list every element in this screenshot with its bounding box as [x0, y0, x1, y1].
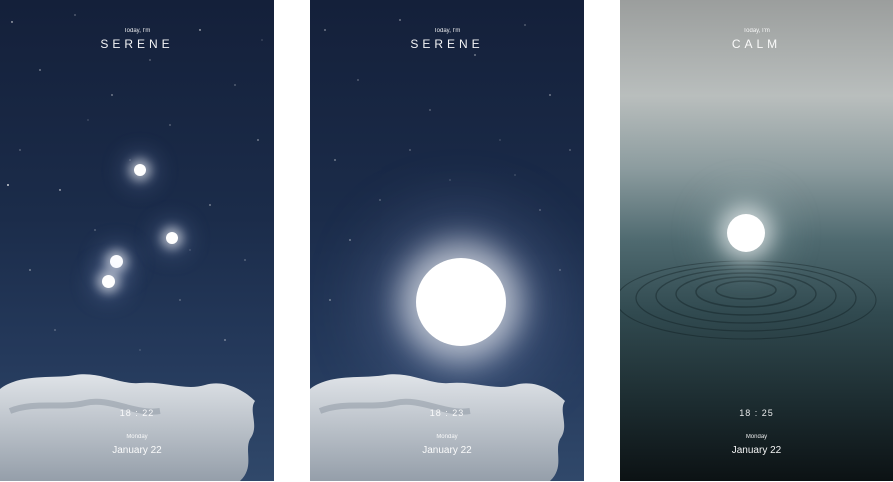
- mood-title: SERENE: [410, 37, 484, 51]
- glowing-orb: [727, 214, 765, 252]
- clock-time: 18 : 22: [119, 408, 155, 418]
- cloud-image: [310, 374, 565, 481]
- today-label: Today, I'm: [743, 28, 770, 34]
- mood-title: SERENE: [100, 37, 174, 51]
- today-label: Today, I'm: [123, 28, 151, 34]
- phone-screen-calm: Today, I'm CALM 18 : 25 Monday January 2…: [620, 0, 893, 481]
- today-label: Today, I'm: [433, 28, 461, 34]
- date-label: January 22: [112, 445, 162, 456]
- glowing-orb: [110, 255, 123, 268]
- date-label: January 22: [731, 445, 782, 456]
- clock-time: 18 : 23: [429, 408, 465, 418]
- phone-screen-serene-1: Today, I'm SERENE 18 : 22 Monday January…: [0, 0, 274, 481]
- glowing-moon: [416, 258, 506, 346]
- date-label: January 22: [422, 445, 472, 456]
- weekday-label: Monday: [745, 434, 768, 440]
- phone-screen-serene-2: Today, I'm SERENE 18 : 23 Monday January…: [310, 0, 584, 481]
- glowing-orb: [134, 164, 146, 176]
- clock-time: 18 : 25: [739, 408, 774, 418]
- glowing-orb: [166, 232, 178, 244]
- mood-title: CALM: [731, 37, 782, 51]
- weekday-label: Monday: [126, 434, 148, 440]
- glowing-orb: [102, 275, 115, 288]
- cloud-image: [0, 374, 255, 481]
- weekday-label: Monday: [436, 434, 458, 440]
